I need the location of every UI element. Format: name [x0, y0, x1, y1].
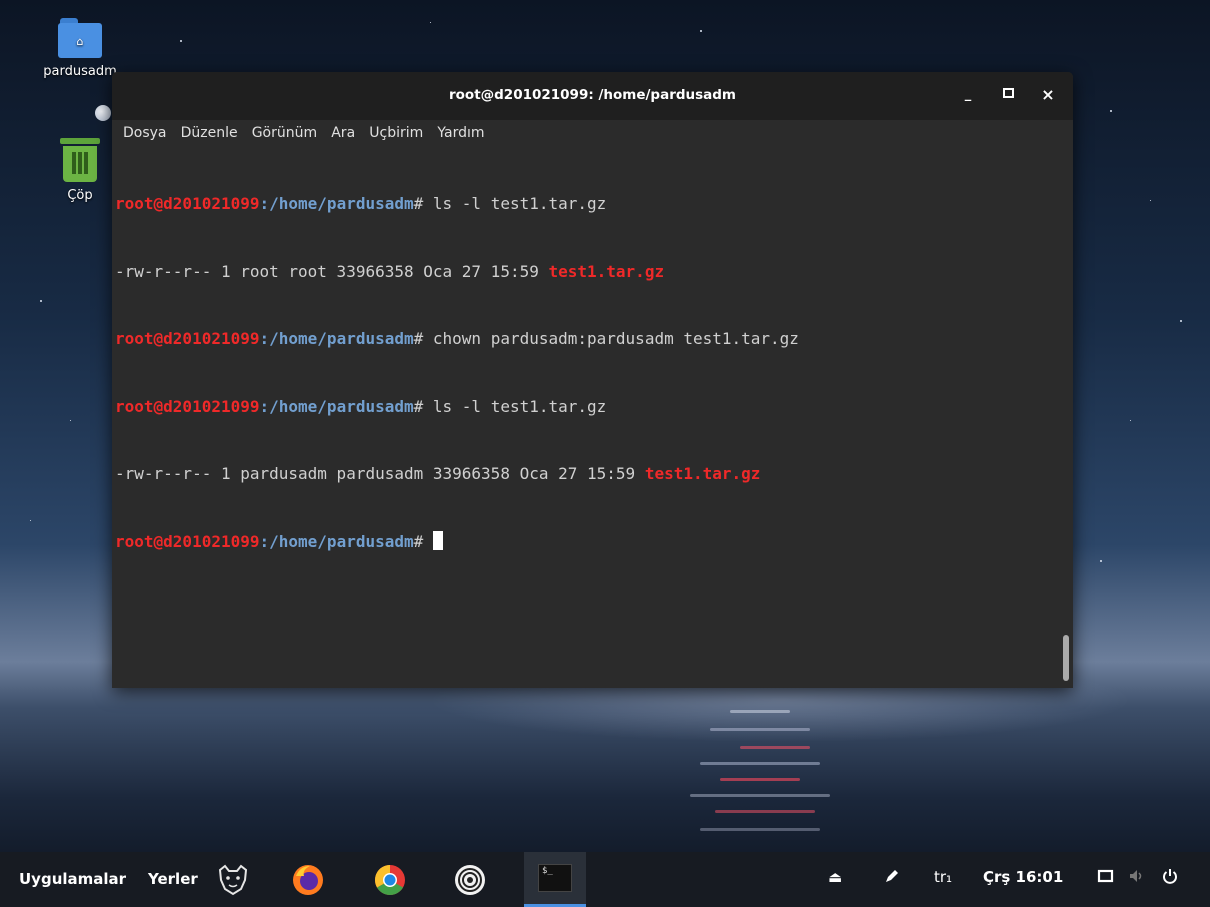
chrome-icon[interactable]: [372, 862, 408, 898]
desktop-trash[interactable]: Çöp: [42, 138, 118, 203]
file-name: test1.tar.gz: [548, 261, 665, 281]
menu-bar: Dosya Düzenle Görünüm Ara Uçbirim Yardım: [112, 120, 1073, 146]
menu-item-dosya[interactable]: Dosya: [123, 120, 167, 146]
star: [70, 420, 71, 421]
command-text: ls -l test1.tar.gz: [432, 396, 607, 416]
desktop-home-folder[interactable]: ⌂ pardusadm: [42, 18, 118, 79]
power-icon[interactable]: [1162, 868, 1178, 888]
terminal-icon: $_: [538, 864, 572, 892]
command-text: chown pardusadm:pardusadm test1.tar.gz: [432, 329, 799, 348]
maximize-button[interactable]: [998, 85, 1018, 105]
menu-item-gorunum[interactable]: Görünüm: [252, 120, 317, 146]
menu-item-yardim[interactable]: Yardım: [437, 120, 484, 146]
star: [700, 30, 702, 32]
prompt-path: :/home/pardusadm: [259, 329, 414, 348]
taskbar-terminal-task[interactable]: $_: [524, 852, 586, 907]
menu-item-ucbirim[interactable]: Uçbirim: [369, 120, 423, 146]
star: [1100, 560, 1102, 562]
terminal-window: root@d201021099: /home/pardusadm _ × Dos…: [112, 72, 1073, 688]
prompt-symbol: #: [413, 194, 433, 213]
terminal-scrollbar[interactable]: [1063, 635, 1069, 681]
minimize-button[interactable]: _: [958, 85, 978, 105]
pen-icon[interactable]: [884, 868, 900, 888]
prompt-user: root@d201021099: [115, 396, 260, 416]
eject-icon[interactable]: ⏏: [828, 868, 842, 886]
prompt-path: :/home/pardusadm: [259, 531, 414, 551]
volume-icon[interactable]: [1128, 868, 1146, 888]
prompt-path: :/home/pardusadm: [259, 396, 414, 416]
clock[interactable]: Çrş 16:01: [983, 868, 1063, 886]
terminal-output[interactable]: root@d201021099:/home/pardusadm# ls -l t…: [112, 148, 1073, 688]
terminal-line: root@d201021099:/home/pardusadm# ls -l t…: [115, 396, 1073, 419]
prompt-symbol: #: [413, 531, 433, 551]
menu-item-ara[interactable]: Ara: [331, 120, 355, 146]
prompt-symbol: #: [413, 396, 433, 416]
star: [1150, 200, 1151, 201]
close-button[interactable]: ×: [1038, 85, 1058, 105]
text-cursor: [432, 530, 443, 550]
firefox-icon[interactable]: [290, 862, 326, 898]
taskbar: Uygulamalar Yerler $_ ⏏ tr₁ Çrş 16:01: [0, 852, 1210, 907]
prompt-user: root@d201021099: [115, 194, 260, 213]
desktop-icon-label: pardusadm: [43, 64, 117, 79]
star: [430, 22, 431, 23]
maximize-icon: [1002, 88, 1014, 98]
star: [1110, 110, 1112, 112]
prompt-user: root@d201021099: [115, 329, 260, 348]
moon: [95, 105, 111, 121]
moon-reflection: [690, 700, 850, 850]
menu-item-duzenle[interactable]: Düzenle: [181, 120, 238, 146]
prompt-symbol: #: [413, 329, 433, 348]
terminal-line: -rw-r--r-- 1 root root 33966358 Oca 27 1…: [115, 261, 1073, 284]
home-folder-icon: ⌂: [58, 18, 102, 58]
star: [1130, 420, 1131, 421]
star: [40, 300, 42, 302]
pardus-leopard-icon[interactable]: [215, 862, 251, 898]
keyboard-layout-indicator[interactable]: tr₁: [934, 868, 952, 886]
output-text: -rw-r--r-- 1 pardusadm pardusadm 3396635…: [115, 464, 645, 483]
places-menu-button[interactable]: Yerler: [148, 870, 198, 888]
applications-menu-button[interactable]: Uygulamalar: [19, 870, 126, 888]
output-text: -rw-r--r-- 1 root root 33966358 Oca 27 1…: [115, 261, 549, 281]
window-title: root@d201021099: /home/pardusadm: [448, 87, 736, 103]
command-text: ls -l test1.tar.gz: [432, 194, 607, 213]
prompt-user: root@d201021099: [115, 531, 260, 551]
desktop-icon-label: Çöp: [67, 188, 93, 203]
terminal-line: root@d201021099:/home/pardusadm#: [115, 530, 1073, 554]
terminal-line: root@d201021099:/home/pardusadm# chown p…: [115, 328, 1073, 351]
star: [180, 40, 182, 42]
star: [1180, 320, 1182, 322]
pardus-spiral-icon[interactable]: [452, 862, 488, 898]
terminal-line: root@d201021099:/home/pardusadm# ls -l t…: [115, 193, 1073, 216]
star: [30, 520, 31, 521]
prompt-path: :/home/pardusadm: [259, 194, 414, 213]
screen-icon[interactable]: [1097, 868, 1115, 888]
terminal-line: -rw-r--r-- 1 pardusadm pardusadm 3396635…: [115, 463, 1073, 486]
file-name: test1.tar.gz: [644, 464, 761, 483]
title-bar[interactable]: root@d201021099: /home/pardusadm _ ×: [112, 72, 1073, 120]
trash-icon: [60, 138, 100, 182]
